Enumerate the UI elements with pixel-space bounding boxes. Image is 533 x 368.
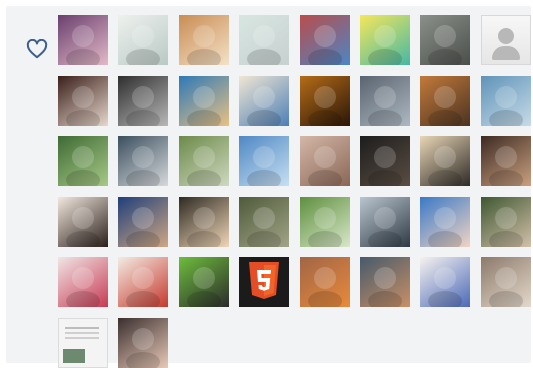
avatar-photo bbox=[482, 16, 530, 64]
avatar-photo bbox=[118, 197, 168, 247]
liker-avatar[interactable] bbox=[118, 15, 169, 65]
liker-avatar[interactable] bbox=[118, 317, 169, 368]
liker-avatar[interactable] bbox=[58, 317, 108, 368]
liker-avatar[interactable] bbox=[239, 196, 290, 247]
liker-avatar[interactable] bbox=[178, 75, 229, 126]
avatar-photo bbox=[481, 257, 531, 307]
liker-avatar[interactable] bbox=[480, 257, 531, 307]
avatar-photo bbox=[239, 76, 289, 126]
avatar-photo bbox=[360, 15, 410, 65]
liker-avatar[interactable] bbox=[239, 136, 290, 186]
liker-avatar[interactable] bbox=[480, 75, 531, 126]
avatar-photo bbox=[179, 136, 229, 186]
avatar-photo bbox=[58, 197, 108, 247]
avatar-photo bbox=[300, 76, 350, 126]
liker-avatar[interactable] bbox=[420, 136, 471, 186]
avatar-photo bbox=[118, 136, 168, 186]
liker-avatar[interactable] bbox=[178, 136, 229, 186]
liker-avatar[interactable] bbox=[359, 15, 410, 65]
liker-avatar[interactable] bbox=[299, 15, 350, 65]
liker-avatar[interactable] bbox=[58, 136, 108, 186]
avatar-photo bbox=[118, 15, 168, 65]
liker-avatar[interactable] bbox=[480, 136, 531, 186]
liker-avatar[interactable] bbox=[118, 196, 169, 247]
liker-avatar[interactable] bbox=[299, 196, 350, 247]
avatar-photo bbox=[118, 76, 168, 126]
liker-avatar[interactable] bbox=[58, 257, 108, 307]
liker-avatar[interactable] bbox=[420, 257, 471, 307]
html5-logo-icon bbox=[249, 262, 280, 299]
liker-avatar[interactable] bbox=[58, 75, 108, 126]
liker-avatar[interactable] bbox=[118, 257, 169, 307]
avatar-photo bbox=[118, 257, 168, 307]
avatar-photo bbox=[58, 76, 108, 126]
avatar-photo bbox=[179, 257, 229, 307]
avatar-photo bbox=[300, 15, 350, 65]
liker-avatar[interactable] bbox=[480, 15, 531, 65]
liker-avatar[interactable] bbox=[58, 196, 108, 247]
avatar-photo bbox=[239, 197, 289, 247]
avatar-photo bbox=[58, 257, 108, 307]
avatar-photo bbox=[481, 197, 531, 247]
avatar-photo bbox=[420, 136, 470, 186]
avatar-photo bbox=[179, 76, 229, 126]
liker-avatar[interactable] bbox=[299, 75, 350, 126]
avatar-photo bbox=[420, 15, 470, 65]
avatar-photo bbox=[58, 136, 108, 186]
avatar-photo bbox=[481, 136, 531, 186]
liker-avatar[interactable] bbox=[118, 75, 169, 126]
avatar-photo bbox=[58, 15, 108, 65]
liker-avatar[interactable] bbox=[299, 257, 350, 307]
avatar-photo bbox=[300, 136, 350, 186]
liker-avatar[interactable] bbox=[239, 75, 290, 126]
avatar-photo bbox=[420, 76, 470, 126]
avatar-photo bbox=[420, 197, 470, 247]
avatar-photo bbox=[300, 197, 350, 247]
liker-avatar[interactable] bbox=[359, 196, 410, 247]
liker-avatar-grid bbox=[58, 15, 531, 368]
liker-avatar[interactable] bbox=[118, 136, 169, 186]
avatar-photo bbox=[481, 76, 531, 126]
liker-avatar[interactable] bbox=[178, 196, 229, 247]
liker-avatar[interactable] bbox=[420, 15, 471, 65]
liker-avatar[interactable] bbox=[359, 257, 410, 307]
avatar-photo bbox=[420, 257, 470, 307]
liker-avatar[interactable] bbox=[480, 196, 531, 247]
liker-avatar[interactable] bbox=[299, 136, 350, 186]
avatar-photo bbox=[360, 257, 410, 307]
liker-avatar[interactable] bbox=[178, 15, 229, 65]
liker-avatar[interactable] bbox=[178, 257, 229, 307]
liker-avatar[interactable] bbox=[239, 15, 290, 65]
liker-avatar[interactable] bbox=[420, 75, 471, 126]
avatar-photo bbox=[360, 136, 410, 186]
avatar-photo bbox=[179, 197, 229, 247]
avatar-photo bbox=[239, 15, 289, 65]
liker-avatar[interactable] bbox=[58, 15, 108, 65]
avatar-photo bbox=[360, 76, 410, 126]
liker-avatar[interactable] bbox=[359, 75, 410, 126]
liker-avatar[interactable] bbox=[420, 196, 471, 247]
liker-avatar[interactable] bbox=[239, 257, 290, 307]
avatar-photo bbox=[300, 257, 350, 307]
liker-avatar[interactable] bbox=[359, 136, 410, 186]
heart-outline-icon[interactable] bbox=[26, 39, 48, 59]
avatar-photo bbox=[360, 197, 410, 247]
avatar-photo bbox=[239, 136, 289, 186]
avatar-photo bbox=[118, 318, 168, 368]
avatar-photo bbox=[179, 15, 229, 65]
avatar-photo bbox=[59, 319, 107, 367]
